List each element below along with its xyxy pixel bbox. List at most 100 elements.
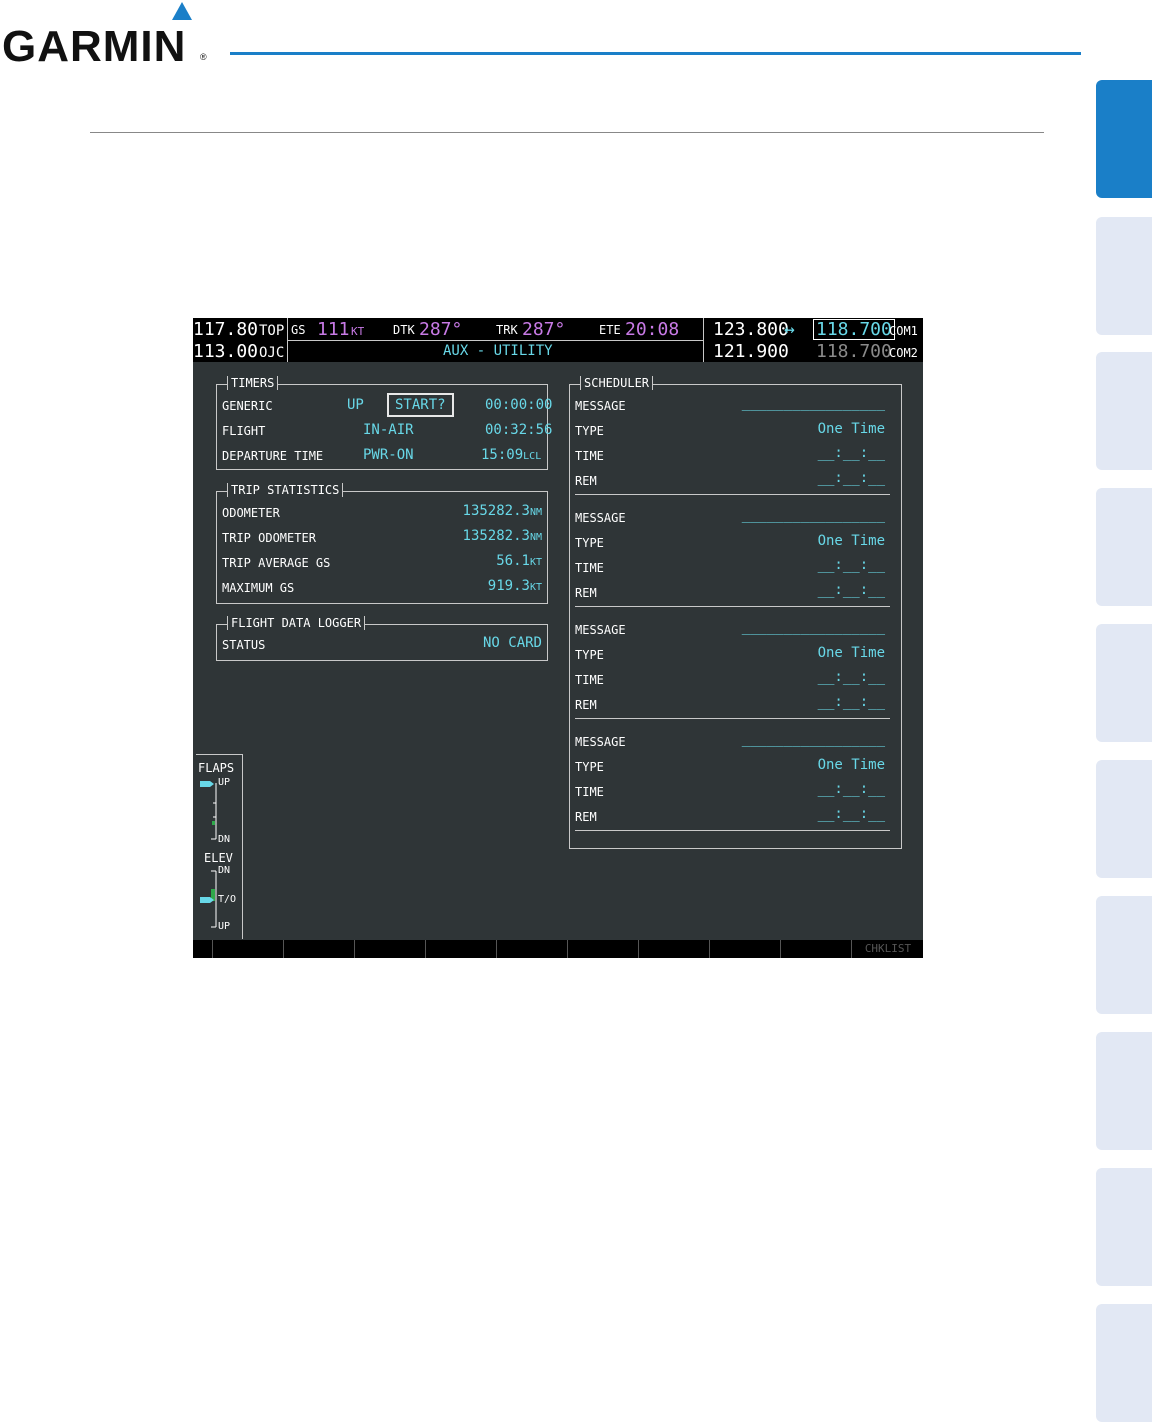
trip-statistics-title: TRIP STATISTICS bbox=[227, 483, 344, 497]
elev-to-label: T/O bbox=[218, 894, 237, 905]
com2-label: COM2 bbox=[889, 346, 918, 360]
type-field[interactable]: One Time bbox=[818, 645, 885, 661]
trip-odometer-unit: NM bbox=[529, 532, 542, 543]
trip-average-gs-unit: KT bbox=[529, 557, 542, 568]
time-label: TIME bbox=[575, 449, 604, 463]
side-tab[interactable] bbox=[1096, 760, 1152, 878]
elev-title: ELEV bbox=[204, 851, 233, 865]
softkey-bar: CHKLIST bbox=[193, 940, 923, 958]
aux-utility-screen: 117.80 TOP 113.00 OJC GS 111 KT DTK 287°… bbox=[193, 318, 923, 958]
maximum-gs-unit: KT bbox=[529, 582, 542, 593]
com2-standby-freq: 118.700 bbox=[816, 341, 892, 362]
generic-timer-mode[interactable]: UP bbox=[347, 397, 364, 413]
time-label: TIME bbox=[575, 561, 604, 575]
flight-data-logger-panel: FLIGHT DATA LOGGER STATUS NO CARD bbox=[216, 616, 548, 661]
departure-time-mode[interactable]: PWR-ON bbox=[363, 447, 414, 463]
side-tab[interactable] bbox=[1096, 624, 1152, 742]
side-tab-active[interactable] bbox=[1096, 80, 1152, 198]
flaps-elev-indicator: FLAPS UP DN ELEV DN T/O UP bbox=[196, 754, 243, 939]
softkey-1[interactable] bbox=[212, 940, 283, 958]
type-label: TYPE bbox=[575, 648, 604, 662]
side-tab[interactable] bbox=[1096, 1168, 1152, 1286]
maximum-gs-value: 919.3 bbox=[487, 578, 530, 594]
softkey-7[interactable] bbox=[638, 940, 709, 958]
trip-average-gs-label: TRIP AVERAGE GS bbox=[222, 556, 331, 570]
com1-standby-freq[interactable]: 118.700 bbox=[813, 319, 895, 340]
softkey-3[interactable] bbox=[354, 940, 425, 958]
message-field[interactable]: _________________ bbox=[742, 507, 885, 523]
type-field[interactable]: One Time bbox=[818, 533, 885, 549]
rem-field: __:__:__ bbox=[817, 806, 885, 822]
softkey-4[interactable] bbox=[425, 940, 496, 958]
elev-dn-label: DN bbox=[218, 865, 231, 876]
top-status-bar: 117.80 TOP 113.00 OJC GS 111 KT DTK 287°… bbox=[193, 318, 923, 362]
scheduler-divider bbox=[575, 606, 890, 607]
trip-statistics-panel: TRIP STATISTICS ODOMETER 135282.3NM TRIP… bbox=[216, 483, 548, 604]
softkey-8[interactable] bbox=[709, 940, 780, 958]
flight-timer-value: 00:32:56 bbox=[485, 422, 553, 438]
time-field[interactable]: __:__:__ bbox=[818, 445, 885, 461]
message-field[interactable]: _________________ bbox=[742, 619, 885, 635]
rem-label: REM bbox=[575, 810, 597, 824]
flaps-scale-icon bbox=[200, 781, 217, 840]
flight-timer-mode[interactable]: IN-AIR bbox=[363, 422, 414, 438]
elev-trim-scale-icon bbox=[200, 870, 217, 928]
time-field[interactable]: __:__:__ bbox=[818, 781, 885, 797]
nav1-active-freq: 117.80 bbox=[193, 319, 259, 340]
scheduler-divider bbox=[575, 830, 890, 831]
side-tab[interactable] bbox=[1096, 488, 1152, 606]
odometer-label: ODOMETER bbox=[222, 506, 280, 520]
departure-time-unit: LCL bbox=[523, 451, 542, 462]
odometer-value: 135282.3 bbox=[462, 503, 530, 519]
rem-label: REM bbox=[575, 474, 597, 488]
flight-data-logger-title: FLIGHT DATA LOGGER bbox=[227, 616, 366, 630]
ete-value: 20:08 bbox=[625, 319, 680, 340]
gs-unit: KT bbox=[351, 325, 365, 338]
time-label: TIME bbox=[575, 673, 604, 687]
nav2-ident: OJC bbox=[259, 345, 285, 361]
flaps-up-label: UP bbox=[218, 777, 231, 788]
rem-field: __:__:__ bbox=[817, 470, 885, 486]
softkey-5[interactable] bbox=[496, 940, 567, 958]
message-field[interactable]: _________________ bbox=[742, 395, 885, 411]
dtk-label: DTK bbox=[393, 323, 415, 337]
side-tab[interactable] bbox=[1096, 217, 1152, 335]
dtk-value: 287° bbox=[419, 319, 463, 340]
com1-label: COM1 bbox=[889, 324, 918, 338]
message-label: MESSAGE bbox=[575, 623, 626, 637]
logger-status-label: STATUS bbox=[222, 638, 266, 652]
com2-active-freq: 121.900 bbox=[713, 341, 789, 362]
type-field[interactable]: One Time bbox=[818, 421, 885, 437]
message-field[interactable]: _________________ bbox=[742, 731, 885, 747]
gs-value: 111 bbox=[317, 319, 350, 340]
side-tab[interactable] bbox=[1096, 1304, 1152, 1422]
scheduler-panel: SCHEDULER MESSAGE _________________ TYPE… bbox=[569, 376, 902, 849]
softkey-6[interactable] bbox=[567, 940, 638, 958]
softkey-9[interactable] bbox=[780, 940, 851, 958]
trk-label: TRK bbox=[496, 323, 518, 337]
softkey-2[interactable] bbox=[283, 940, 354, 958]
type-label: TYPE bbox=[575, 536, 604, 550]
type-label: TYPE bbox=[575, 424, 604, 438]
timers-panel: TIMERS GENERIC UP START? 00:00:00 FLIGHT… bbox=[216, 376, 552, 470]
start-timer-button[interactable]: START? bbox=[387, 393, 454, 417]
type-field[interactable]: One Time bbox=[818, 757, 885, 773]
side-tab[interactable] bbox=[1096, 352, 1152, 470]
trip-odometer-value: 135282.3 bbox=[462, 528, 530, 544]
time-field[interactable]: __:__:__ bbox=[818, 557, 885, 573]
time-field[interactable]: __:__:__ bbox=[818, 669, 885, 685]
side-tab[interactable] bbox=[1096, 1032, 1152, 1150]
gs-label: GS bbox=[291, 323, 306, 337]
rem-label: REM bbox=[575, 586, 597, 600]
side-tab[interactable] bbox=[1096, 896, 1152, 1014]
swap-arrow-icon[interactable]: ↔ bbox=[784, 319, 795, 340]
scheduler-title: SCHEDULER bbox=[580, 376, 654, 390]
flight-timer-label: FLIGHT bbox=[222, 424, 266, 438]
logger-status-value: NO CARD bbox=[482, 635, 542, 651]
ete-label: ETE bbox=[599, 323, 621, 337]
type-label: TYPE bbox=[575, 760, 604, 774]
divider bbox=[703, 318, 704, 362]
checklist-softkey[interactable]: CHKLIST bbox=[851, 940, 923, 958]
nav1-ident: TOP bbox=[259, 323, 285, 339]
message-label: MESSAGE bbox=[575, 511, 626, 525]
